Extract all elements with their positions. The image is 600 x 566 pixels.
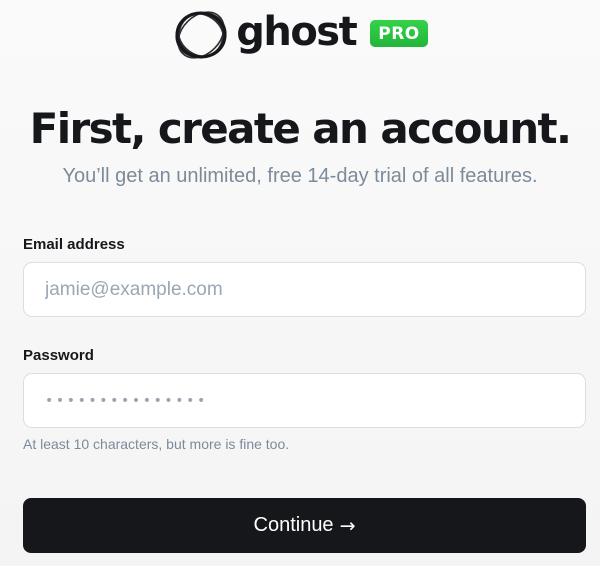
continue-button[interactable]: Continue → — [23, 498, 586, 553]
email-field-container[interactable] — [23, 262, 586, 317]
page-title: First, create an account. — [29, 104, 572, 153]
password-masked-value: ••••••••••••••• — [45, 392, 208, 409]
password-hint: At least 10 characters, but more is fine… — [23, 436, 290, 452]
arrow-right-icon: → — [339, 514, 356, 537]
email-field[interactable] — [45, 278, 585, 301]
ghost-logo-icon — [175, 11, 227, 59]
password-label: Password — [23, 347, 94, 364]
password-field[interactable]: ••••••••••••••• — [23, 373, 586, 428]
email-label: Email address — [23, 236, 125, 253]
continue-button-label: Continue — [253, 514, 334, 536]
pro-badge: PRO — [370, 19, 428, 47]
page-subtitle: You’ll get an unlimited, free 14-day tri… — [62, 165, 538, 187]
ghost-logo: ghost PRO — [0, 8, 600, 62]
ghost-wordmark: ghost — [236, 9, 358, 55]
